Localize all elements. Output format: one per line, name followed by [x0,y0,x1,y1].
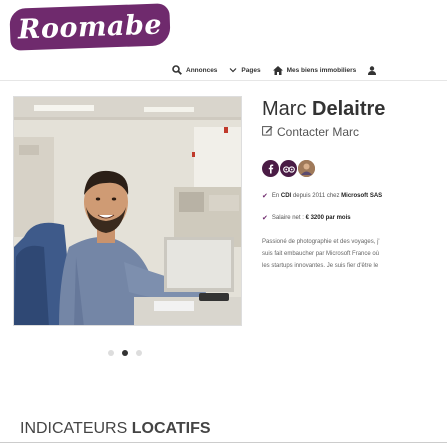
contract-info: ✔ En CDI depuis 2011 chez Microsoft SAS [262,192,382,200]
main-nav: Annonces Pages Mes biens immobiliers [172,60,447,80]
chevron-down-icon [229,66,237,74]
nav-item-annonces[interactable]: Annonces [172,65,217,75]
brand-logo[interactable]: Roomabe [9,3,171,51]
profile-photo [13,96,242,326]
nav-item-mes-biens[interactable]: Mes biens immobiliers [272,65,357,75]
salary-info: ✔ Salaire net : € 3200 par mois [262,214,351,222]
contact-link[interactable]: Contacter Marc [262,125,359,139]
tripadvisor-icon[interactable] [280,160,297,177]
profile-name: Marc Delaitre [262,98,385,121]
salary-text: Salaire net : € 3200 par mois [271,215,351,221]
nav-label: Pages [241,66,261,74]
carousel-dot[interactable] [136,350,142,356]
nav-item-pages[interactable]: Pages [229,66,261,74]
check-icon: ✔ [262,193,268,200]
contact-label: Contacter Marc [277,125,360,139]
carousel-dots [108,350,142,356]
carousel-dot[interactable] [108,350,114,356]
description-line: Passioné de photographie et des voyages,… [262,239,380,245]
contract-text: En CDI depuis 2011 chez Microsoft SAS [271,193,383,199]
section-title: INDICATEURS LOCATIFS [20,420,211,437]
home-icon [272,65,283,75]
logo-text: Roomabe [17,8,163,46]
profile-photo-icon[interactable] [298,160,315,177]
nav-label: Mes biens immobiliers [286,66,357,74]
facebook-icon[interactable] [262,160,279,177]
section-divider [0,442,447,443]
check-icon: ✔ [262,215,268,222]
nav-item-user[interactable] [368,65,377,75]
description-line: suis fait embaucher par Microsoft France… [262,251,380,257]
edit-icon [262,125,273,139]
nav-label: Annonces [186,66,218,74]
user-icon [368,65,377,75]
nav-divider [0,80,447,81]
last-name: Delaitre [312,98,386,120]
description-line: les startups innovantes. Je suis fier d'… [262,263,379,269]
first-name: Marc [262,98,307,120]
search-icon [172,65,182,75]
carousel-dot-active[interactable] [122,350,128,356]
profile-description: Passioné de photographie et des voyages,… [262,236,447,272]
social-links [262,160,315,177]
